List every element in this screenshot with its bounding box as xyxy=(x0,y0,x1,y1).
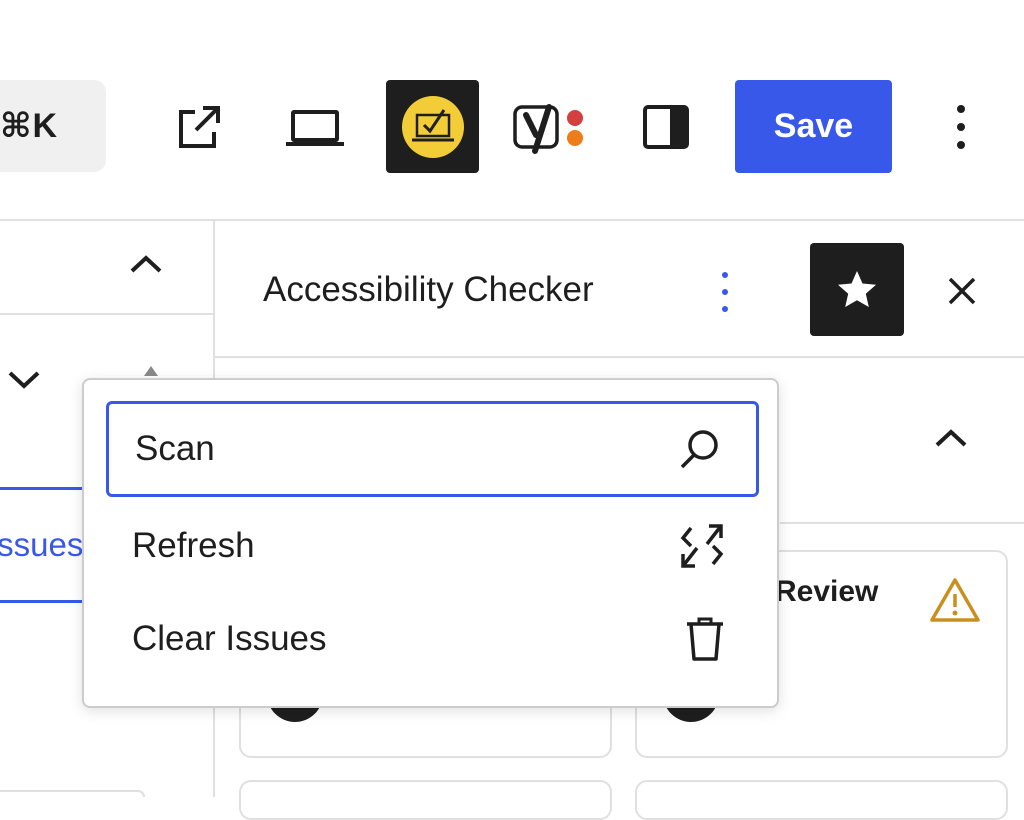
chevron-down-icon xyxy=(8,371,40,389)
more-vertical-icon xyxy=(957,105,965,149)
more-vertical-icon xyxy=(722,272,728,312)
accessibility-checker-icon xyxy=(401,95,464,158)
save-button[interactable]: Save xyxy=(735,80,892,173)
yoast-seo-button[interactable] xyxy=(510,100,590,156)
yoast-seo-icon xyxy=(513,104,583,154)
pin-panel-button[interactable] xyxy=(810,243,904,336)
left-panel-divider xyxy=(0,313,214,315)
review-label: Review xyxy=(775,575,879,608)
close-icon xyxy=(948,277,976,305)
star-icon xyxy=(838,270,876,307)
accessibility-checker-toolbar-button[interactable] xyxy=(386,80,479,173)
menu-item-clear-issues[interactable]: Clear Issues xyxy=(106,591,759,687)
tab-issues[interactable]: Issues xyxy=(0,487,90,603)
external-link-icon xyxy=(179,106,220,148)
menu-item-label: Clear Issues xyxy=(132,619,327,658)
search-icon xyxy=(680,430,718,469)
panel-menu-button[interactable] xyxy=(710,270,740,314)
sidebar-header-divider xyxy=(215,356,1024,358)
settings-sidebar-toggle[interactable] xyxy=(640,100,692,154)
panel-dropdown-menu: Scan Refresh Clear Issues xyxy=(82,378,779,708)
toolbar-divider xyxy=(0,219,1024,221)
summary-card xyxy=(239,780,612,820)
refresh-icon xyxy=(680,524,724,568)
section-divider xyxy=(780,522,1024,524)
menu-item-scan[interactable]: Scan xyxy=(106,401,759,497)
command-palette-button[interactable]: ⌘K xyxy=(0,80,106,172)
trash-icon xyxy=(687,617,723,661)
close-panel-button[interactable] xyxy=(941,270,983,312)
device-preview-button[interactable] xyxy=(283,101,347,153)
menu-item-label: Refresh xyxy=(132,526,255,565)
left-panel-card xyxy=(0,790,145,797)
panel-title: Accessibility Checker xyxy=(263,270,594,309)
view-post-button[interactable] xyxy=(172,100,226,154)
summary-card xyxy=(635,780,1008,820)
options-menu-button[interactable] xyxy=(944,100,978,154)
sidebar-toggle-icon xyxy=(643,105,689,149)
warning-icon xyxy=(928,575,982,625)
chevron-up-icon xyxy=(935,429,967,447)
menu-item-refresh[interactable]: Refresh xyxy=(106,498,759,594)
chevron-up-icon xyxy=(130,255,162,273)
tab-issues-label: Issues xyxy=(0,526,84,563)
section-collapse-button[interactable] xyxy=(929,418,973,458)
left-panel-collapse-button[interactable] xyxy=(124,244,168,284)
shortcut-label: ⌘K xyxy=(0,107,59,145)
laptop-icon xyxy=(286,110,344,146)
left-panel-expand-button[interactable] xyxy=(2,360,46,400)
menu-item-label: Scan xyxy=(135,429,215,468)
scroll-up-arrow[interactable] xyxy=(144,366,158,376)
